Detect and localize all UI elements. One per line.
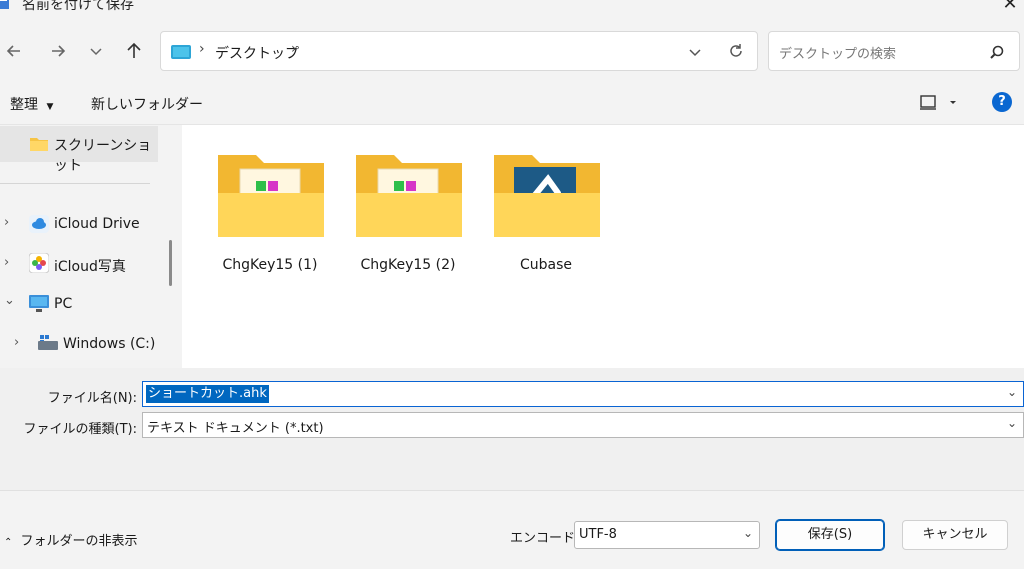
drive-icon — [38, 335, 58, 350]
folder-with-app-icon — [218, 155, 324, 237]
search-icon[interactable] — [989, 44, 1005, 60]
folder-label: Cubase — [519, 257, 573, 273]
photos-icon — [29, 253, 49, 273]
breadcrumb-chevron-icon[interactable]: › — [291, 41, 297, 57]
organize-label: 整理 — [10, 97, 38, 113]
view-options-button[interactable] — [918, 92, 962, 116]
nav-divider — [0, 183, 150, 184]
folder-label: ChgKey15 (2) — [360, 257, 456, 273]
view-icon — [920, 95, 956, 110]
chevron-right-icon[interactable]: › — [14, 335, 19, 350]
folder-icon — [30, 138, 48, 151]
chevron-down-icon[interactable] — [687, 44, 703, 60]
arrow-left-icon — [6, 45, 20, 57]
folder-label: ChgKey15 (1) — [222, 257, 318, 273]
hide-folders-button[interactable]: ⌃ フォルダーの非表示 — [4, 530, 138, 549]
nav-item-label: iCloud Drive — [54, 216, 140, 232]
close-button[interactable]: ✕ — [996, 0, 1024, 16]
icloud-icon — [29, 215, 49, 233]
filetype-value: テキスト ドキュメント (*.txt) — [147, 421, 324, 436]
hide-folders-label: フォルダーの非表示 — [20, 534, 138, 549]
caret-down-icon: ▼ — [46, 102, 54, 112]
encoding-value: UTF-8 — [579, 527, 617, 542]
refresh-icon[interactable] — [727, 42, 745, 60]
encoding-select[interactable]: UTF-8 ⌄ — [574, 521, 760, 549]
help-icon[interactable]: ? — [992, 92, 1012, 112]
title-bar — [0, 0, 1024, 20]
nav-item-label: iCloud写真 — [54, 259, 126, 275]
caret-up-icon: ⌃ — [4, 537, 13, 548]
back-button[interactable] — [0, 37, 28, 65]
encoding-label: エンコード: — [510, 531, 580, 546]
chevron-down-icon[interactable]: ⌄ — [4, 293, 15, 308]
nav-item-pc[interactable]: ⌄ PC — [0, 290, 158, 318]
cancel-button[interactable]: キャンセル — [902, 520, 1008, 550]
folder-item[interactable]: ChgKey15 (2) — [338, 145, 478, 280]
desktop-icon — [171, 45, 191, 59]
arrow-right-icon — [52, 45, 66, 57]
window-title: 名前を付けて保存 — [22, 0, 134, 13]
nav-item-screenshots[interactable]: スクリーンショット — [0, 126, 158, 174]
folder-item[interactable]: ChgKey15 (1) — [200, 145, 340, 280]
breadcrumb-desktop[interactable]: デスクトップ — [215, 43, 299, 63]
arrow-up-icon — [127, 42, 141, 58]
nav-item-label: Windows (C:) — [63, 336, 156, 352]
chevron-down-icon[interactable]: ⌄ — [1007, 385, 1017, 399]
filename-value: ショートカット.ahk — [146, 385, 269, 403]
chevron-right-icon[interactable]: › — [4, 215, 9, 230]
search-placeholder: デスクトップの検索 — [779, 47, 897, 62]
recent-locations-button[interactable] — [82, 37, 110, 65]
folder-with-app-icon — [356, 155, 462, 237]
forward-button[interactable] — [44, 37, 72, 65]
monitor-icon — [29, 295, 49, 312]
up-button[interactable] — [120, 37, 148, 65]
folder-cubase-icon — [494, 155, 600, 237]
filename-input[interactable]: ショートカット.ahk ⌄ — [142, 381, 1024, 407]
nav-item-icloud-drive[interactable]: › iCloud Drive — [0, 210, 158, 238]
organize-button[interactable]: 整理 ▼ — [10, 94, 53, 114]
chevron-down-icon[interactable]: ⌄ — [743, 526, 753, 540]
save-button[interactable]: 保存(S) — [775, 519, 885, 551]
nav-scrollbar[interactable] — [169, 240, 172, 286]
notepad-icon — [0, 0, 12, 10]
nav-item-label: PC — [54, 296, 73, 312]
filename-label: ファイル名(N): — [47, 391, 137, 406]
chevron-right-icon[interactable]: › — [4, 255, 9, 270]
filetype-select[interactable]: テキスト ドキュメント (*.txt) ⌄ — [142, 412, 1024, 438]
nav-item-label: スクリーンショット — [54, 138, 152, 174]
search-input[interactable]: デスクトップの検索 — [768, 31, 1020, 71]
breadcrumb-separator-icon: › — [199, 41, 205, 57]
nav-item-windows-c[interactable]: › Windows (C:) — [0, 330, 158, 358]
nav-item-icloud-photos[interactable]: › iCloud写真 — [0, 250, 158, 278]
chevron-down-icon — [90, 48, 102, 56]
address-bar[interactable]: › デスクトップ › — [160, 31, 758, 71]
filetype-label: ファイルの種類(T): — [23, 422, 137, 437]
new-folder-button[interactable]: 新しいフォルダー — [91, 94, 203, 114]
folder-item[interactable]: Cubase — [476, 145, 616, 280]
chevron-down-icon[interactable]: ⌄ — [1007, 416, 1017, 430]
